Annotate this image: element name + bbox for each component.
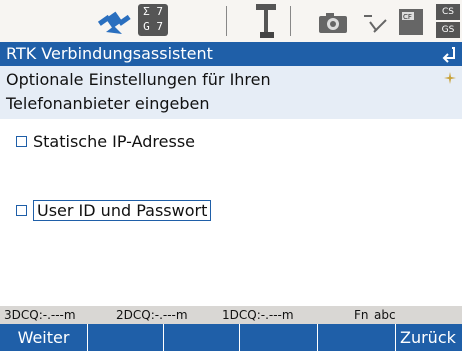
pen-icon [364, 15, 387, 33]
satellite-count-icon: Σ 7 G 7 [138, 4, 168, 36]
antenna-icon [256, 4, 276, 38]
memory-icon: CS GS [436, 4, 460, 38]
glonass-count: 7 [156, 20, 163, 33]
fn-indicator: Fn [354, 308, 369, 322]
sigma-count: 7 [156, 5, 163, 18]
1d-quality: 1DCQ:-.---m [222, 308, 294, 322]
sigma-symbol: Σ [143, 5, 150, 18]
checkbox[interactable] [16, 136, 27, 147]
camera-icon [319, 13, 347, 33]
satellite-icon [97, 11, 131, 34]
softkey-f5[interactable] [318, 324, 396, 351]
softkey-zurueck[interactable]: Zurück [396, 324, 462, 351]
info-panel: Optionale Einstellungen für Ihren Telefo… [0, 66, 462, 119]
title-bar: RTK Verbindungsassistent [0, 42, 462, 66]
quality-status-line: 3DCQ:-.---m 2DCQ:-.---m 1DCQ:-.---m Fn a… [0, 306, 462, 324]
softkey-f4[interactable] [240, 324, 318, 351]
return-icon[interactable] [440, 42, 458, 66]
3d-quality: 3DCQ:-.---m [4, 308, 76, 322]
softkey-weiter[interactable]: Weiter [0, 324, 88, 351]
option-static-ip[interactable]: Statische IP-Adresse [16, 132, 195, 151]
page-title: RTK Verbindungsassistent [6, 44, 213, 63]
divider [290, 6, 291, 36]
cf-card-icon: CF [399, 9, 423, 35]
cs-label: CS [436, 4, 460, 20]
option-label: Statische IP-Adresse [33, 132, 195, 151]
option-user-id-password[interactable]: User ID und Passwort [16, 200, 212, 221]
status-bar: Σ 7 G 7 CF CS GS [0, 0, 462, 42]
divider [226, 6, 227, 36]
info-line-2: Telefonanbieter eingeben [6, 94, 210, 113]
option-label: User ID und Passwort [33, 200, 212, 221]
softkey-bar: Weiter Zurück [0, 324, 462, 351]
softkey-f2[interactable] [88, 324, 164, 351]
2d-quality: 2DCQ:-.---m [116, 308, 188, 322]
glonass-symbol: G [143, 20, 150, 33]
svg-text:CF: CF [403, 13, 412, 21]
gs-label: GS [436, 22, 460, 38]
checkbox[interactable] [16, 205, 27, 216]
sparkle-icon [444, 72, 456, 84]
info-line-1: Optionale Einstellungen für Ihren [6, 70, 271, 89]
softkey-f3[interactable] [164, 324, 240, 351]
input-mode: abc [374, 308, 396, 322]
